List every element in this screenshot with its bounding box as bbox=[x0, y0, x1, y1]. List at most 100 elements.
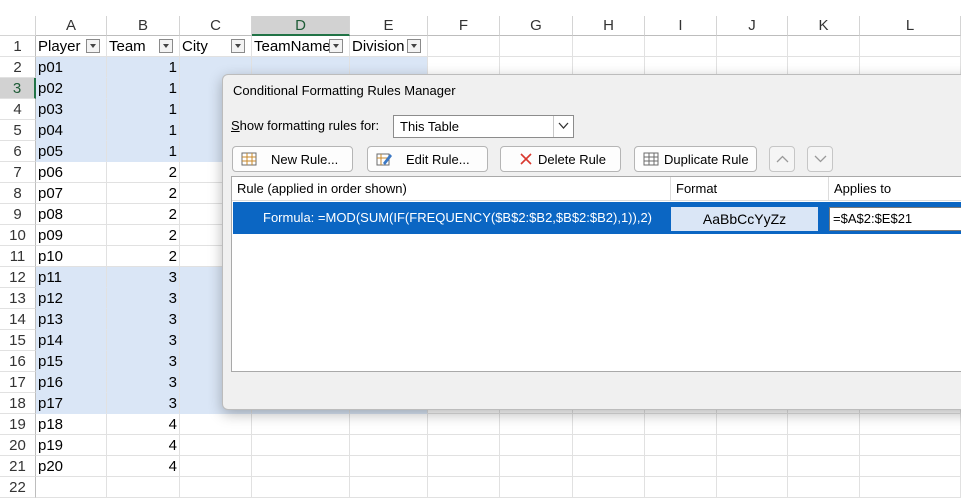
filter-dropdown-icon[interactable] bbox=[329, 39, 343, 53]
row-header-7[interactable]: 7 bbox=[0, 162, 36, 183]
new-rule-button[interactable]: New Rule... bbox=[232, 146, 353, 172]
team-cell[interactable]: 1 bbox=[107, 120, 180, 141]
player-cell[interactable]: p05 bbox=[36, 141, 107, 162]
filter-dropdown-icon[interactable] bbox=[231, 39, 245, 53]
player-cell[interactable]: p17 bbox=[36, 393, 107, 414]
column-header-c[interactable]: C bbox=[180, 16, 252, 36]
cell[interactable] bbox=[350, 414, 428, 435]
move-down-button[interactable] bbox=[807, 146, 833, 172]
team-cell[interactable]: 3 bbox=[107, 393, 180, 414]
cell[interactable] bbox=[860, 477, 961, 498]
player-cell[interactable]: p20 bbox=[36, 456, 107, 477]
cell[interactable] bbox=[350, 477, 428, 498]
row-header-6[interactable]: 6 bbox=[0, 141, 36, 162]
cell[interactable] bbox=[788, 435, 860, 456]
column-header-d[interactable]: D bbox=[252, 16, 350, 36]
row-header-2[interactable]: 2 bbox=[0, 57, 36, 78]
cell[interactable] bbox=[180, 456, 252, 477]
row-header-12[interactable]: 12 bbox=[0, 267, 36, 288]
delete-rule-button[interactable]: Delete Rule bbox=[500, 146, 621, 172]
cell[interactable] bbox=[180, 435, 252, 456]
cell[interactable] bbox=[573, 456, 645, 477]
cell[interactable] bbox=[860, 435, 961, 456]
duplicate-rule-button[interactable]: Duplicate Rule bbox=[634, 146, 757, 172]
table-header-teamname[interactable]: TeamName bbox=[252, 36, 350, 57]
row-header-4[interactable]: 4 bbox=[0, 99, 36, 120]
cell[interactable] bbox=[500, 435, 573, 456]
row-header-14[interactable]: 14 bbox=[0, 309, 36, 330]
cell[interactable] bbox=[180, 414, 252, 435]
cell[interactable] bbox=[645, 477, 717, 498]
filter-dropdown-icon[interactable] bbox=[159, 39, 173, 53]
cell[interactable] bbox=[573, 414, 645, 435]
cell[interactable] bbox=[717, 414, 788, 435]
cell[interactable] bbox=[645, 456, 717, 477]
team-cell[interactable]: 1 bbox=[107, 57, 180, 78]
chevron-down-icon[interactable] bbox=[553, 116, 573, 137]
player-cell[interactable]: p16 bbox=[36, 372, 107, 393]
player-cell[interactable]: p02 bbox=[36, 78, 107, 99]
player-cell[interactable]: p18 bbox=[36, 414, 107, 435]
cell[interactable] bbox=[788, 36, 860, 57]
cell[interactable] bbox=[428, 414, 500, 435]
rules-list[interactable]: Rule (applied in order shown) Format App… bbox=[231, 176, 961, 372]
table-header-division[interactable]: Division bbox=[350, 36, 428, 57]
filter-dropdown-icon[interactable] bbox=[407, 39, 421, 53]
cell[interactable] bbox=[717, 36, 788, 57]
rule-row[interactable]: Formula: =MOD(SUM(IF(FREQUENCY($B$2:$B2,… bbox=[233, 202, 961, 234]
cell[interactable] bbox=[788, 414, 860, 435]
cell[interactable] bbox=[717, 435, 788, 456]
player-cell[interactable]: p08 bbox=[36, 204, 107, 225]
cell[interactable] bbox=[428, 477, 500, 498]
team-cell[interactable]: 4 bbox=[107, 414, 180, 435]
row-header-21[interactable]: 21 bbox=[0, 456, 36, 477]
player-cell[interactable]: p06 bbox=[36, 162, 107, 183]
cell[interactable] bbox=[350, 456, 428, 477]
player-cell[interactable]: p11 bbox=[36, 267, 107, 288]
cell[interactable] bbox=[717, 477, 788, 498]
row-header-5[interactable]: 5 bbox=[0, 120, 36, 141]
row-header-11[interactable]: 11 bbox=[0, 246, 36, 267]
table-header-player[interactable]: Player bbox=[36, 36, 107, 57]
player-cell[interactable]: p10 bbox=[36, 246, 107, 267]
player-cell[interactable]: p14 bbox=[36, 330, 107, 351]
column-header-e[interactable]: E bbox=[350, 16, 428, 36]
cell[interactable] bbox=[645, 435, 717, 456]
column-header-l[interactable]: L bbox=[860, 16, 961, 36]
column-header-g[interactable]: G bbox=[500, 16, 573, 36]
cell[interactable] bbox=[252, 477, 350, 498]
cell[interactable] bbox=[788, 456, 860, 477]
cell[interactable] bbox=[252, 435, 350, 456]
cell[interactable] bbox=[350, 435, 428, 456]
team-cell[interactable]: 1 bbox=[107, 141, 180, 162]
cell[interactable] bbox=[500, 456, 573, 477]
column-header-a[interactable]: A bbox=[36, 16, 107, 36]
team-cell[interactable]: 3 bbox=[107, 267, 180, 288]
cell[interactable] bbox=[428, 456, 500, 477]
row-header-8[interactable]: 8 bbox=[0, 183, 36, 204]
table-header-city[interactable]: City bbox=[180, 36, 252, 57]
row-header-9[interactable]: 9 bbox=[0, 204, 36, 225]
team-cell[interactable]: 3 bbox=[107, 309, 180, 330]
cell[interactable] bbox=[645, 414, 717, 435]
cell[interactable] bbox=[107, 477, 180, 498]
team-cell[interactable]: 3 bbox=[107, 288, 180, 309]
cell[interactable] bbox=[788, 477, 860, 498]
column-header-b[interactable]: B bbox=[107, 16, 180, 36]
move-up-button[interactable] bbox=[769, 146, 795, 172]
cell[interactable] bbox=[428, 435, 500, 456]
applies-to-range-input[interactable]: =$A$2:$E$21 bbox=[829, 207, 961, 231]
cell[interactable] bbox=[428, 36, 500, 57]
cell[interactable] bbox=[36, 477, 107, 498]
cell[interactable] bbox=[860, 456, 961, 477]
player-cell[interactable]: p13 bbox=[36, 309, 107, 330]
cell[interactable] bbox=[717, 456, 788, 477]
row-header-19[interactable]: 19 bbox=[0, 414, 36, 435]
team-cell[interactable]: 3 bbox=[107, 372, 180, 393]
table-header-team[interactable]: Team bbox=[107, 36, 180, 57]
column-header-f[interactable]: F bbox=[428, 16, 500, 36]
team-cell[interactable]: 1 bbox=[107, 99, 180, 120]
cell[interactable] bbox=[645, 36, 717, 57]
column-header-h[interactable]: H bbox=[573, 16, 645, 36]
row-header-22[interactable]: 22 bbox=[0, 477, 36, 498]
